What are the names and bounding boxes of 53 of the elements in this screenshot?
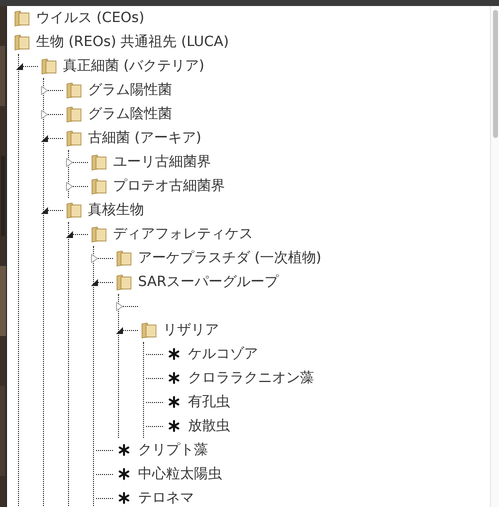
tree-item-label[interactable]: 生物 (REOs) 共通祖先 (LUCA) <box>36 32 229 52</box>
collapsed-arrow-icon[interactable] <box>91 254 98 263</box>
tree-item-label[interactable]: ディアフォレティケス <box>113 224 253 244</box>
tree-item-label[interactable]: クリプト藻 <box>138 440 208 460</box>
tree-item-label[interactable]: リザリア <box>163 320 219 340</box>
tree-item-label[interactable]: 放散虫 <box>188 416 230 436</box>
tree-item-label[interactable]: 古細菌 (アーキア) <box>88 128 202 148</box>
tree-item-label[interactable]: 真正細菌 (バクテリア) <box>63 56 204 76</box>
asterisk-icon <box>118 468 130 480</box>
folder-icon <box>91 225 107 243</box>
tree-item-label[interactable]: ユーリ古細菌界 <box>113 152 211 172</box>
folder-icon <box>91 177 107 195</box>
expanded-arrow-icon[interactable] <box>116 327 123 334</box>
tree-item-label[interactable]: クロララクニオン藻 <box>188 368 314 388</box>
tree-item-label[interactable]: アーケプラスチダ (一次植物) <box>138 248 322 268</box>
asterisk-icon <box>168 420 180 432</box>
scrollbar-thumb[interactable] <box>493 10 498 138</box>
tree-item-label[interactable]: グラム陰性菌 <box>88 104 172 124</box>
tree-item-label[interactable]: SARスーパーグループ <box>138 272 278 292</box>
folder-icon <box>141 321 157 339</box>
expanded-arrow-icon[interactable] <box>16 63 23 70</box>
expanded-arrow-icon[interactable] <box>91 279 98 286</box>
folder-icon <box>66 81 82 99</box>
collapsed-arrow-icon[interactable] <box>66 158 73 167</box>
collapsed-arrow-icon[interactable] <box>41 86 48 95</box>
folder-icon <box>14 33 30 51</box>
collapsed-arrow-icon[interactable] <box>41 110 48 119</box>
asterisk-icon <box>168 396 180 408</box>
folder-icon <box>91 153 107 171</box>
folder-icon <box>66 129 82 147</box>
asterisk-icon <box>118 444 130 456</box>
folder-icon <box>14 9 30 27</box>
tree-item-label[interactable]: テロネマ <box>138 488 194 507</box>
tree-item-label[interactable]: 有孔虫 <box>188 392 230 412</box>
folder-icon <box>116 273 132 291</box>
expanded-arrow-icon[interactable] <box>41 207 48 214</box>
expanded-arrow-icon[interactable] <box>41 135 48 142</box>
tree-item-label[interactable]: ケルコゾア <box>188 344 258 364</box>
asterisk-icon <box>168 348 180 360</box>
folder-icon <box>66 105 82 123</box>
asterisk-icon <box>168 372 180 384</box>
folder-icon <box>41 57 57 75</box>
tree-item-label[interactable]: ウイルス (CEOs) <box>36 8 144 28</box>
expanded-arrow-icon[interactable] <box>66 231 73 238</box>
collapsed-arrow-icon[interactable] <box>66 182 73 191</box>
asterisk-icon <box>118 492 130 504</box>
tree-item-label[interactable]: プロテオ古細菌界 <box>113 176 225 196</box>
tree-item-label[interactable]: グラム陽性菌 <box>88 80 172 100</box>
tree-item-label[interactable]: 中心粒太陽虫 <box>138 464 222 484</box>
folder-icon <box>66 201 82 219</box>
tree-item-label[interactable]: 真核生物 <box>88 200 144 220</box>
folder-icon <box>116 249 132 267</box>
collapsed-arrow-icon[interactable] <box>116 302 123 311</box>
